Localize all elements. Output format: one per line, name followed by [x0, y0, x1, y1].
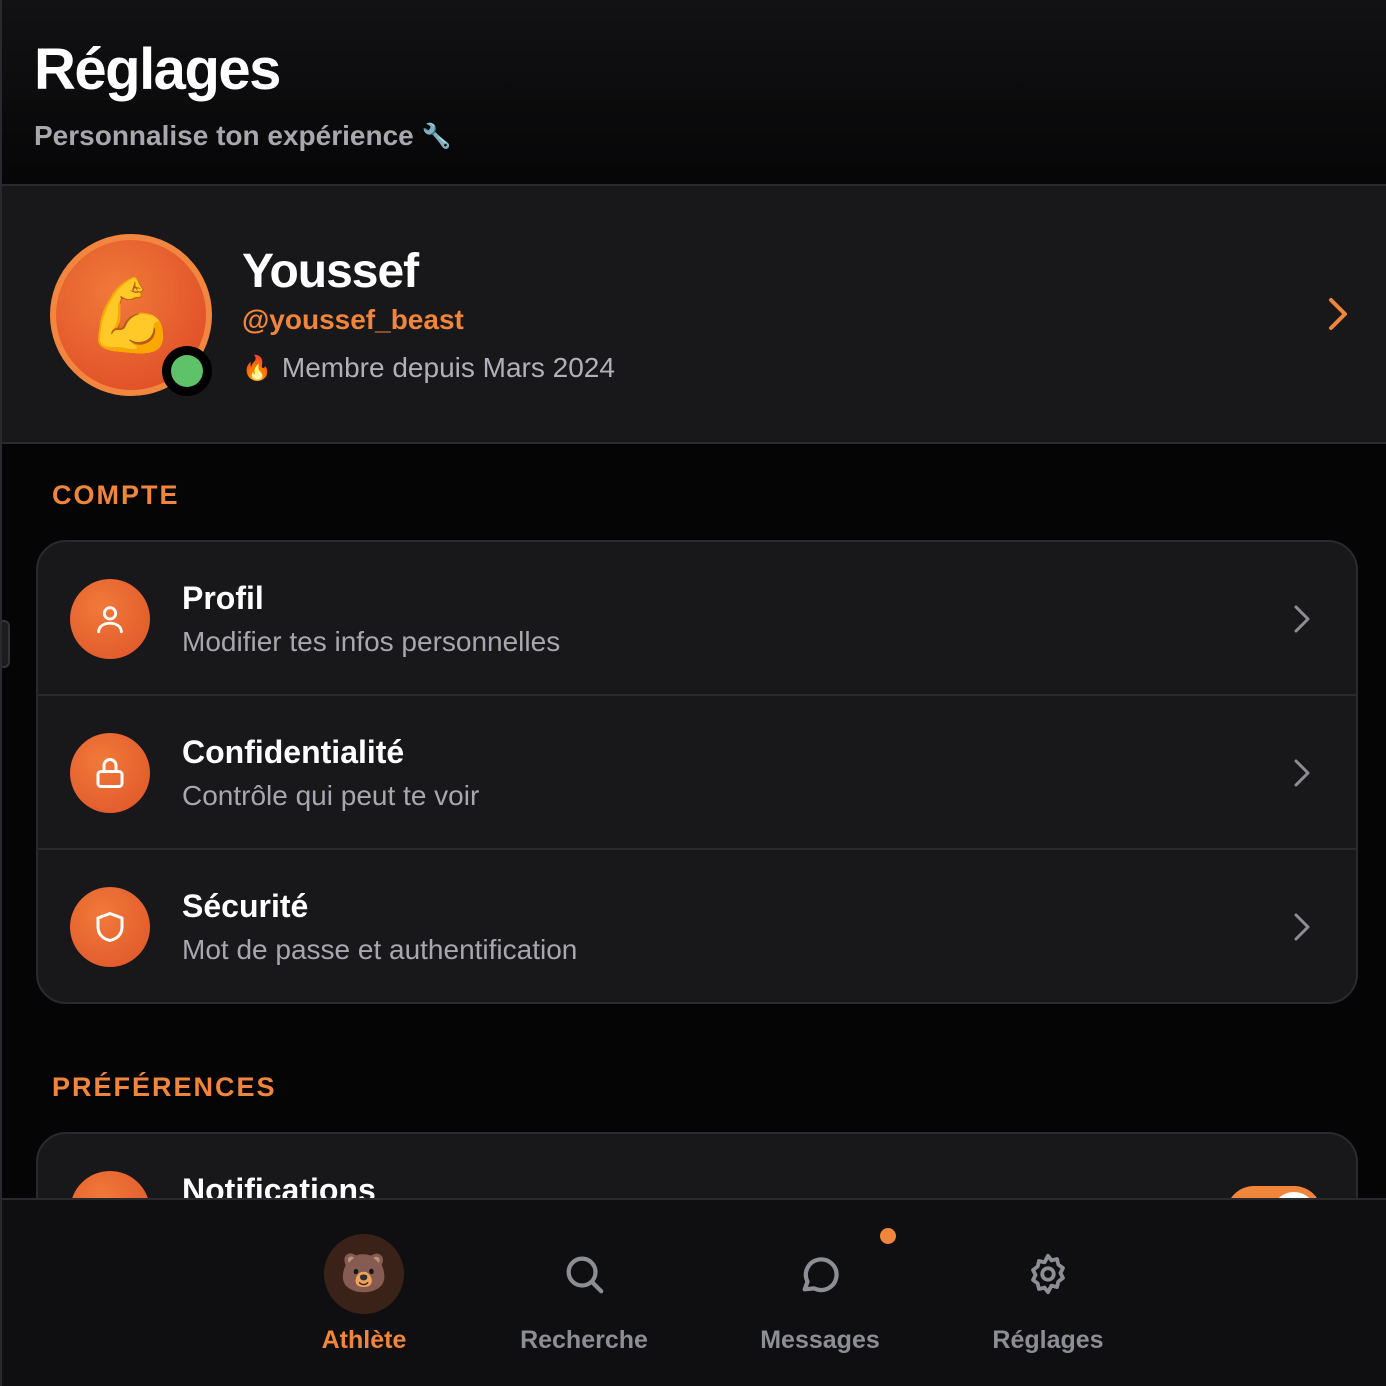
- online-status-indicator: [162, 346, 212, 396]
- gear-icon: [1008, 1234, 1088, 1314]
- profile-handle: @youssef_beast: [242, 304, 464, 335]
- user-icon: [70, 579, 150, 659]
- nav-item-label: Messages: [760, 1326, 880, 1354]
- chevron-right-icon: [1292, 756, 1312, 795]
- account-settings-card: Profil Modifier tes infos personnelles C…: [36, 540, 1358, 1004]
- section-label-account: COMPTE: [52, 480, 180, 510]
- settings-item-title: Sécurité: [182, 888, 309, 924]
- nav-item-messages[interactable]: Messages: [720, 1200, 920, 1386]
- fire-icon: 🔥: [242, 354, 272, 382]
- message-icon: [780, 1234, 860, 1314]
- section-label-preferences: PRÉFÉRENCES: [52, 1072, 277, 1102]
- chevron-right-icon: [1292, 910, 1312, 949]
- chevron-right-icon: [1292, 602, 1312, 641]
- settings-item-desc: Contrôle qui peut te voir: [182, 780, 480, 811]
- chevron-right-icon[interactable]: [1326, 294, 1350, 339]
- page-title: Réglages: [34, 37, 281, 102]
- nav-item-label: Athlète: [321, 1326, 407, 1354]
- settings-item-title: Profil: [182, 580, 264, 616]
- search-icon: [544, 1234, 624, 1314]
- profile-card[interactable]: 💪 Youssef @youssef_beast 🔥 Membre depuis…: [2, 186, 1386, 444]
- lock-icon: [70, 733, 150, 813]
- settings-item-security[interactable]: Sécurité Mot de passe et authentificatio…: [38, 850, 1356, 1002]
- settings-item-title: Confidentialité: [182, 734, 405, 770]
- wrench-icon: 🔧: [421, 122, 452, 150]
- shield-icon: [70, 887, 150, 967]
- settings-item-privacy[interactable]: Confidentialité Contrôle qui peut te voi…: [38, 696, 1356, 850]
- settings-item-desc: Mot de passe et authentification: [182, 934, 578, 965]
- notification-badge: [880, 1228, 896, 1244]
- page-subtitle: Personnalise ton expérience 🔧: [34, 120, 1386, 152]
- side-handle[interactable]: [2, 620, 10, 668]
- bottom-navigation: 🐻 Athlète Recherche Messages Réglages: [2, 1198, 1386, 1386]
- nav-item-search[interactable]: Recherche: [484, 1200, 684, 1386]
- member-since: 🔥 Membre depuis Mars 2024: [242, 352, 615, 384]
- bear-avatar-icon: 🐻: [324, 1234, 404, 1314]
- nav-item-label: Réglages: [992, 1326, 1104, 1354]
- page-header: Réglages Personnalise ton expérience 🔧: [2, 0, 1386, 186]
- nav-item-settings[interactable]: Réglages: [948, 1200, 1148, 1386]
- settings-screen: Réglages Personnalise ton expérience 🔧 💪…: [0, 0, 1386, 1386]
- profile-name: Youssef: [242, 245, 419, 298]
- settings-item-profile[interactable]: Profil Modifier tes infos personnelles: [38, 542, 1356, 696]
- member-since-text: Membre depuis Mars 2024: [281, 352, 615, 383]
- flexed-biceps-icon: 💪: [86, 275, 176, 356]
- page-subtitle-text: Personnalise ton expérience: [34, 120, 414, 151]
- nav-item-label: Recherche: [520, 1326, 648, 1354]
- settings-item-desc: Modifier tes infos personnelles: [182, 626, 561, 657]
- nav-item-athlete[interactable]: 🐻 Athlète: [264, 1200, 464, 1386]
